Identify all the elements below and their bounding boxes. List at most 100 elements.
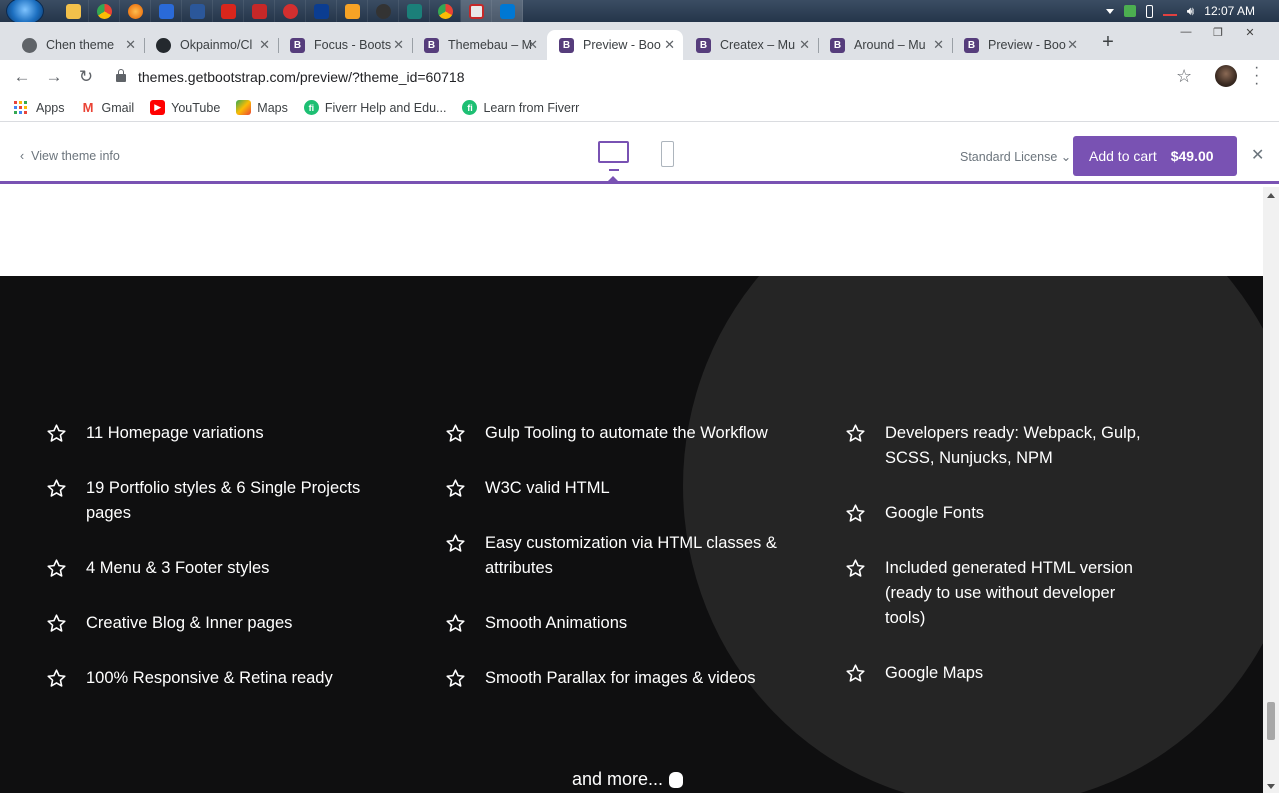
bookmark-star-icon[interactable]: ☆: [1176, 66, 1192, 87]
taskbar-app-vscode[interactable]: [492, 0, 523, 22]
feature-label: Google Fonts: [885, 504, 985, 522]
scroll-up-icon[interactable]: [1267, 193, 1275, 198]
chrome-icon: [22, 37, 37, 53]
view-theme-info-label: View theme info: [31, 149, 120, 163]
feature-label: Included generated HTML version (ready t…: [885, 559, 1133, 627]
price: $49.00: [1170, 148, 1214, 164]
bootstrap-icon: B: [290, 37, 305, 53]
mobile-view-icon[interactable]: [661, 141, 674, 167]
browser-tab[interactable]: Chen theme ✕: [10, 30, 145, 60]
scroll-down-icon[interactable]: [1267, 784, 1275, 789]
star-icon: [446, 614, 465, 632]
taskbar-app-generic[interactable]: [275, 0, 306, 22]
security-icon[interactable]: [1123, 5, 1136, 17]
feature-item: Creative Blog & Inner pages: [46, 611, 406, 636]
taskbar-app-acrobat[interactable]: [213, 0, 244, 22]
clock[interactable]: 12:07 AM: [1204, 4, 1255, 18]
feature-item: Gulp Tooling to automate the Workflow: [445, 421, 805, 446]
bookmark-youtube[interactable]: ▶ YouTube: [150, 100, 220, 115]
active-device-indicator: [608, 176, 618, 181]
desktop-view-icon[interactable]: [598, 141, 629, 171]
apps-grid-icon: [14, 100, 28, 115]
new-tab-icon[interactable]: +: [1096, 30, 1120, 54]
bootstrap-icon: B: [830, 37, 845, 53]
star-icon: [446, 534, 465, 552]
close-tab-icon[interactable]: ✕: [259, 37, 270, 53]
bookmark-apps[interactable]: Apps: [14, 100, 65, 115]
show-hidden-icons-icon[interactable]: [1105, 8, 1114, 14]
scrollbar-thumb[interactable]: [1267, 702, 1275, 740]
browser-tab[interactable]: B Focus - Boots ✕: [278, 30, 413, 60]
app-icon: [158, 3, 174, 19]
bookmark-learn-fiverr[interactable]: fi Learn from Fiverr: [462, 100, 579, 115]
more-menu-icon[interactable]: · · ·: [1254, 60, 1259, 92]
network-icon[interactable]: [1162, 6, 1177, 16]
reload-icon[interactable]: ↻: [75, 66, 97, 88]
browser-tab[interactable]: B Around – Mu ✕: [818, 30, 953, 60]
browser-tab[interactable]: B Preview - Boo ✕: [952, 30, 1086, 60]
close-window-icon[interactable]: ✕: [1237, 24, 1263, 40]
taskbar-app-file-explorer[interactable]: [58, 0, 89, 22]
minimize-icon[interactable]: —: [1173, 24, 1199, 40]
url-text: themes.getbootstrap.com/preview/?theme_i…: [138, 69, 465, 85]
browser-tab-active[interactable]: B Preview - Boo ✕: [547, 30, 683, 60]
taskbar-app-generic[interactable]: [151, 0, 182, 22]
taskbar-app-generic[interactable]: [368, 0, 399, 22]
bookmark-fiverr-help[interactable]: fi Fiverr Help and Edu...: [303, 100, 447, 115]
view-theme-info-link[interactable]: ‹ View theme info: [20, 149, 120, 163]
taskbar-app-generic[interactable]: [399, 0, 430, 22]
browser-toolbar: ← → ↻ themes.getbootstrap.com/preview/?t…: [0, 60, 1279, 94]
bootstrap-icon: B: [559, 37, 574, 53]
back-icon[interactable]: ←: [11, 66, 33, 88]
taskbar-app-media-player[interactable]: [337, 0, 368, 22]
star-icon: [446, 424, 465, 442]
feature-item: Google Maps: [845, 661, 1145, 686]
and-more-text: and more...: [572, 769, 684, 790]
bookmark-gmail[interactable]: M Gmail: [80, 100, 134, 115]
close-tab-icon[interactable]: ✕: [393, 37, 404, 53]
restore-icon[interactable]: ❐: [1205, 24, 1231, 40]
bookmark-label: Learn from Fiverr: [483, 100, 580, 115]
close-tab-icon[interactable]: ✕: [799, 37, 810, 53]
browser-tab[interactable]: B Createx – Mu ✕: [684, 30, 819, 60]
browser-tab[interactable]: B Themebau – M ✕: [412, 30, 546, 60]
bootstrap-icon: B: [696, 37, 711, 53]
feature-item: Included generated HTML version (ready t…: [845, 556, 1145, 631]
address-bar[interactable]: themes.getbootstrap.com/preview/?theme_i…: [110, 63, 1210, 91]
license-dropdown[interactable]: Standard License ⌄: [960, 149, 1071, 164]
star-icon: [846, 424, 865, 442]
speaker-icon[interactable]: 🔊︎: [1187, 4, 1195, 19]
taskbar-app-word[interactable]: [182, 0, 213, 22]
github-icon: [156, 37, 171, 53]
battery-icon[interactable]: [1145, 4, 1153, 18]
close-tab-icon[interactable]: ✕: [1067, 37, 1078, 53]
photoshop-icon: [313, 3, 329, 19]
bookmark-maps[interactable]: Maps: [236, 100, 288, 115]
page-scrollbar[interactable]: [1263, 187, 1279, 793]
features-section: 11 Homepage variations 19 Portfolio styl…: [0, 276, 1263, 793]
taskbar-app-firefox[interactable]: [120, 0, 151, 22]
close-tab-icon[interactable]: ✕: [125, 37, 136, 53]
taskbar-app-chrome[interactable]: [89, 0, 120, 22]
bookmark-label: Fiverr Help and Edu...: [324, 100, 447, 115]
app-icon: [406, 3, 422, 19]
browser-tab[interactable]: Okpainmo/Cl ✕: [144, 30, 279, 60]
star-icon: [47, 614, 66, 632]
close-tab-icon[interactable]: ✕: [933, 37, 944, 53]
add-to-cart-button[interactable]: Add to cart $49.00: [1073, 136, 1237, 176]
avatar[interactable]: [1215, 65, 1237, 87]
forward-icon[interactable]: →: [43, 66, 65, 88]
features-column-1: 11 Homepage variations 19 Portfolio styl…: [46, 421, 406, 691]
star-icon: [47, 559, 66, 577]
taskbar-app-generic[interactable]: [461, 0, 492, 22]
taskbar-app-adobe[interactable]: [244, 0, 275, 22]
close-preview-icon[interactable]: ✕: [1251, 145, 1264, 165]
feature-label: Creative Blog & Inner pages: [86, 614, 293, 632]
taskbar-app-chrome[interactable]: [430, 0, 461, 22]
feature-label: 100% Responsive & Retina ready: [86, 669, 333, 687]
app-icon: [282, 3, 298, 19]
taskbar-app-photoshop[interactable]: [306, 0, 337, 22]
close-tab-icon[interactable]: ✕: [527, 37, 538, 53]
close-tab-icon[interactable]: ✕: [664, 37, 675, 53]
windows-taskbar: 🔊︎ 12:07 AM: [0, 0, 1279, 25]
